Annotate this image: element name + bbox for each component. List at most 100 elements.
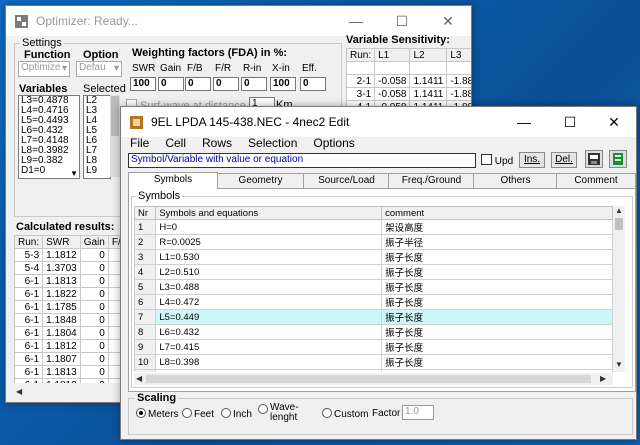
table-row[interactable]: 3 L1=0.530 振子长度 <box>134 249 613 265</box>
comment-cell[interactable]: 振子长度 <box>381 249 613 265</box>
comment-cell[interactable]: 振子长度 <box>381 324 613 340</box>
weight-input[interactable]: 0 <box>185 77 211 91</box>
symbol-cell[interactable]: L9=0.382 <box>155 369 383 372</box>
tab-symbols[interactable]: Symbols <box>128 172 218 189</box>
symbol-cell[interactable]: L8=0.398 <box>155 354 383 370</box>
status-field[interactable]: Symbol/Variable with value or equation <box>128 153 476 168</box>
symbols-group-label: Symbols <box>136 190 183 202</box>
symbols-vscrollbar[interactable]: ▲ ▼ <box>613 206 625 372</box>
tab-source-load[interactable]: Source/Load <box>303 173 390 188</box>
comment-cell[interactable]: 振子长度 <box>381 279 613 295</box>
table-row[interactable]: 10 L8=0.398 振子长度 <box>134 354 613 370</box>
maximize-icon[interactable]: ☐ <box>547 107 593 137</box>
symbol-cell[interactable]: H=0 <box>155 219 383 235</box>
factor-input[interactable]: 1.0 <box>402 405 434 420</box>
table-row[interactable]: 2 R=0.0025 振子半径 <box>134 234 613 250</box>
exit-icon[interactable] <box>609 150 627 168</box>
upd-checkbox[interactable] <box>481 154 492 165</box>
symbols-hscrollbar[interactable]: ◀ ▶ <box>134 373 613 385</box>
selected-scrollbar[interactable] <box>110 95 120 177</box>
scaling-meters[interactable]: Meters <box>136 408 179 420</box>
scaling-wavelength[interactable]: Wave- lenght <box>258 403 299 423</box>
symbol-cell[interactable]: L3=0.488 <box>155 279 383 295</box>
upd-checkbox-wrap[interactable]: Upd <box>481 154 513 167</box>
comment-cell[interactable]: 振子长度 <box>381 369 613 372</box>
table-row[interactable]: 5 L3=0.488 振子长度 <box>134 279 613 295</box>
table-row: 5-3 1.1812 0 <box>14 248 126 262</box>
function-select[interactable]: Optimize ▾ <box>18 61 70 77</box>
symbol-cell[interactable]: R=0.0025 <box>155 234 383 250</box>
option-select[interactable]: Defau ▾ <box>76 61 122 77</box>
save-icon[interactable] <box>585 150 603 168</box>
table-cell: 0 <box>79 365 109 379</box>
close-icon[interactable]: ✕ <box>425 6 471 36</box>
comment-cell[interactable]: 振子长度 <box>381 294 613 310</box>
menu-cell[interactable]: Cell <box>165 136 186 150</box>
table-row[interactable]: 1 H=0 架设高度 <box>134 219 613 235</box>
table-row[interactable]: 8 L6=0.432 振子长度 <box>134 324 613 340</box>
table-row[interactable]: 9 L7=0.415 振子长度 <box>134 339 613 355</box>
menu-options[interactable]: Options <box>313 136 354 150</box>
symbol-cell[interactable]: L6=0.432 <box>155 324 383 340</box>
scroll-down-icon[interactable]: ▼ <box>615 360 623 369</box>
symbol-cell[interactable]: L4=0.472 <box>155 294 383 310</box>
table-cell: 6-1 <box>14 352 44 366</box>
symbols-table: Nr Symbols and equations comment 1 H=0 架设高度 2 R… <box>134 206 613 372</box>
scroll-right-icon[interactable]: ▶ <box>600 374 606 383</box>
tab-comment[interactable]: Comment <box>556 173 636 188</box>
selected-list[interactable]: L2 L3 L4 L5 L6 L7 L8 L9 <box>83 95 111 179</box>
table-row[interactable]: 7 L5=0.449 振子长度 <box>134 309 613 325</box>
comment-cell[interactable]: 振子长度 <box>381 339 613 355</box>
scroll-left-icon[interactable]: ◀ <box>136 374 142 383</box>
table-cell: 1.1804 <box>42 326 81 340</box>
results-hscrollbar[interactable]: ◀ <box>14 386 126 398</box>
scaling-feet[interactable]: Feet <box>182 408 214 420</box>
weight-input[interactable]: 100 <box>130 77 156 91</box>
weight-input[interactable]: 0 <box>241 77 267 91</box>
scroll-down-icon[interactable]: ▼ <box>70 169 78 178</box>
weight-input[interactable]: 0 <box>213 77 239 91</box>
scaling-custom[interactable]: Custom <box>322 408 368 420</box>
scroll-left-icon[interactable]: ◀ <box>16 387 22 396</box>
table-row: 6-1 1.1807 0 <box>14 352 126 366</box>
delete-button[interactable]: Del. <box>551 152 577 168</box>
maximize-icon[interactable]: ☐ <box>379 6 425 36</box>
tab-others[interactable]: Others <box>473 173 558 188</box>
minimize-icon[interactable]: — <box>501 107 547 137</box>
scaling-inch[interactable]: Inch <box>221 408 252 420</box>
weight-input[interactable]: 100 <box>270 77 296 91</box>
menu-rows[interactable]: Rows <box>202 136 232 150</box>
comment-cell[interactable]: 架设高度 <box>381 219 613 235</box>
symbol-cell[interactable]: L2=0.510 <box>155 264 383 280</box>
menu-file[interactable]: File <box>130 136 149 150</box>
close-icon[interactable]: ✕ <box>591 107 636 137</box>
weight-input[interactable]: 0 <box>300 77 326 91</box>
symbol-cell[interactable]: L7=0.415 <box>155 339 383 355</box>
tab-freq-ground[interactable]: Freq./Ground <box>388 173 475 188</box>
symbol-cell[interactable]: L5=0.449 <box>155 309 383 325</box>
selected-item[interactable]: L9 <box>84 166 110 176</box>
results-table-wrap: Run: SWR Gain F/B 5-3 1.1812 0 5-4 1.3703 0 6-1 1.1… <box>14 235 126 383</box>
table-row[interactable]: 6 L4=0.472 振子长度 <box>134 294 613 310</box>
editor-title-bar[interactable]: 9EL LPDA 145-438.NEC - 4nec2 Edit — ☐ ✕ <box>121 107 636 137</box>
comment-cell[interactable]: 振子半径 <box>381 234 613 250</box>
insert-button[interactable]: Ins. <box>519 152 545 168</box>
scroll-thumb[interactable] <box>615 218 623 230</box>
scroll-up-icon[interactable]: ▲ <box>615 206 623 215</box>
tab-geometry[interactable]: Geometry <box>216 173 305 188</box>
table-row[interactable]: 11L9=0.382振子长度 <box>134 369 613 372</box>
symbol-cell[interactable]: L1=0.530 <box>155 249 383 265</box>
table-cell: 0 <box>79 287 109 301</box>
table-cell: 1.1807 <box>42 352 81 366</box>
h-scroll-thumb[interactable] <box>146 375 591 383</box>
minimize-icon[interactable]: — <box>333 6 379 36</box>
variables-list[interactable]: L3=0.4878 L4=0.4716 L5=0.4493 L6=0.432 L7=0.… <box>18 95 80 179</box>
optimizer-title-bar[interactable]: Optimizer: Ready... — ☐ ✕ <box>6 6 471 36</box>
table-cell: 1.3703 <box>42 261 81 275</box>
weight-input[interactable]: 0 <box>158 77 184 91</box>
comment-cell[interactable]: 振子长度 <box>381 354 613 370</box>
table-row[interactable]: 4 L2=0.510 振子长度 <box>134 264 613 280</box>
menu-selection[interactable]: Selection <box>248 136 297 150</box>
comment-cell[interactable]: 振子长度 <box>381 264 613 280</box>
comment-cell[interactable]: 振子长度 <box>381 309 613 325</box>
